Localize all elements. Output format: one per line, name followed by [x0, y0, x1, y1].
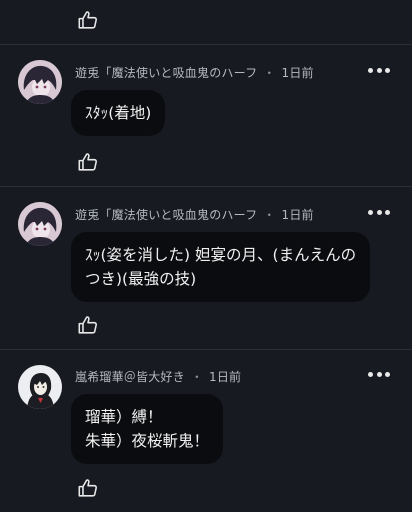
comment-time[interactable]: 1日前 [209, 370, 241, 384]
comment-meta: 遊兎「魔法使いと吸血鬼のハーフ・ 1日前 [75, 64, 314, 81]
comment-time[interactable]: 1日前 [282, 66, 314, 80]
more-options-button[interactable] [368, 67, 390, 73]
author-name[interactable]: 嵐希瑠華＠皆大好き [75, 370, 185, 384]
comment-bubble: ｽﾀｯ(着地) [71, 90, 166, 136]
divider [0, 349, 412, 350]
author-name[interactable]: 遊兎「魔法使いと吸血鬼のハーフ [75, 66, 257, 80]
like-button[interactable] [77, 477, 99, 499]
more-horizontal-icon [368, 67, 373, 73]
thumbs-up-icon [78, 153, 97, 171]
meta-separator: ・ [263, 208, 276, 222]
more-options-button[interactable] [368, 209, 390, 215]
more-horizontal-icon [368, 371, 373, 377]
author-name[interactable]: 遊兎「魔法使いと吸血鬼のハーフ [75, 208, 257, 222]
more-options-button[interactable] [368, 371, 390, 377]
divider [0, 44, 412, 45]
like-button[interactable] [77, 151, 99, 173]
thumbs-up-icon [78, 316, 97, 334]
avatar[interactable] [18, 365, 62, 409]
like-button[interactable] [77, 314, 99, 336]
comment-time[interactable]: 1日前 [282, 208, 314, 222]
meta-separator: ・ [263, 66, 276, 80]
comment-bubble: ｽｯ(姿を消した) 妲宴の月、(まんえんの つき)(最強の技) [71, 232, 371, 302]
meta-separator: ・ [190, 370, 204, 384]
thumbs-up-icon [78, 479, 97, 497]
comment-meta: 遊兎「魔法使いと吸血鬼のハーフ・ 1日前 [75, 206, 314, 223]
thumbs-up-icon [78, 11, 97, 29]
more-horizontal-icon [368, 209, 373, 215]
divider [0, 186, 412, 187]
avatar[interactable] [18, 60, 62, 104]
comment-meta: 嵐希瑠華＠皆大好き・ 1日前 [75, 368, 241, 385]
like-button[interactable] [77, 9, 99, 31]
comment-bubble: 瑠華）縛！ 朱華）夜桜斬鬼！ [71, 394, 224, 464]
avatar[interactable] [18, 202, 62, 246]
